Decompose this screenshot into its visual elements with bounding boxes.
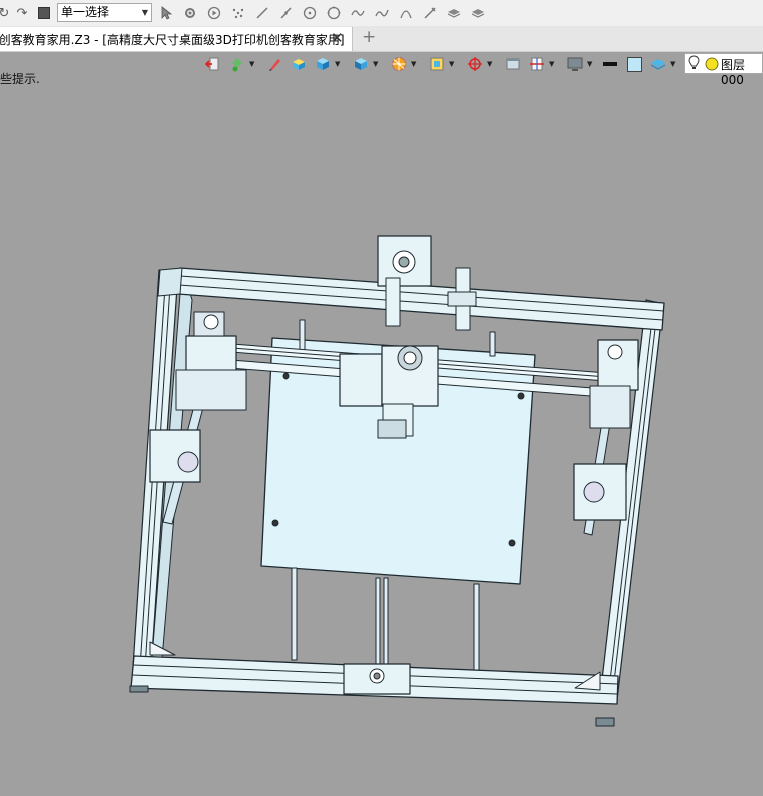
bottom-bracket [343, 663, 411, 695]
frame-top-rail-2 [157, 267, 183, 297]
3d-viewport[interactable] [0, 0, 763, 796]
printer-model [129, 235, 665, 727]
